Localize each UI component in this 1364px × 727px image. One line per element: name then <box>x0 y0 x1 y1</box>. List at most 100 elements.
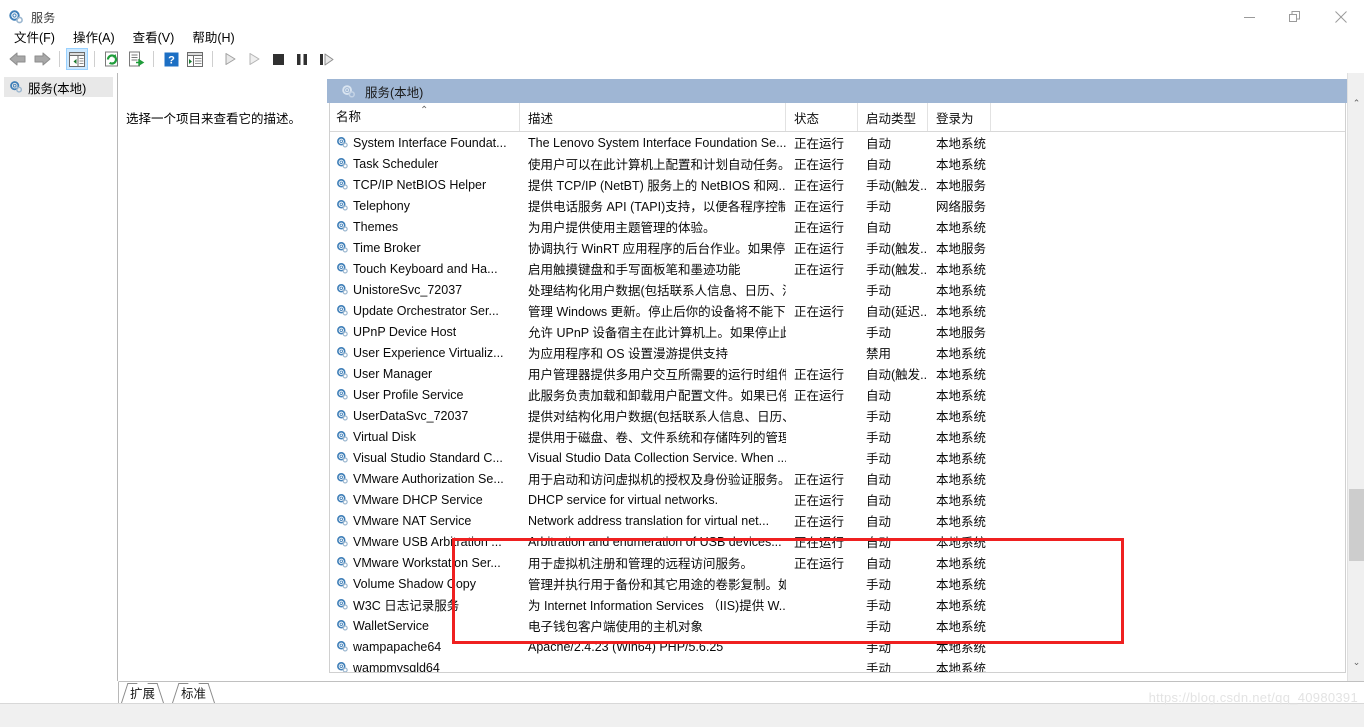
service-name-label: Telephony <box>353 198 410 213</box>
cell-description: Network address translation for virtual … <box>528 513 770 528</box>
cell-log-on-as: 本地系统 <box>936 494 987 508</box>
column-header-startup-type[interactable]: 启动类型 <box>858 103 928 131</box>
service-name-label: UserDataSvc_72037 <box>353 408 469 423</box>
stop-service-icon[interactable] <box>267 48 289 70</box>
list-header-row: 名称 ⌃ 描述 状态 启动类型 登录为 <box>330 103 1345 132</box>
service-name-label: Visual Studio Standard C... <box>353 450 503 465</box>
forward-icon[interactable] <box>31 48 53 70</box>
table-row[interactable]: System Interface Foundat... The Lenovo Sy… <box>330 132 1345 153</box>
table-row[interactable]: Virtual Disk 提供用于磁盘、卷、文件系统和存储阵列的管理... 手动 本地… <box>330 426 1345 447</box>
cell-startup-type: 手动 <box>866 641 892 655</box>
show-tree-icon[interactable] <box>66 48 88 70</box>
cell-log-on-as: 本地服务 <box>936 242 987 256</box>
service-gear-icon <box>336 199 349 212</box>
menu-file[interactable]: 文件(F) <box>6 25 63 48</box>
back-icon[interactable] <box>7 48 29 70</box>
resume-service-icon[interactable] <box>315 48 337 70</box>
service-description-panel: 选择一个项目来查看它的描述。 <box>119 73 327 681</box>
service-gear-icon <box>336 388 349 401</box>
column-header-status[interactable]: 状态 <box>786 103 858 131</box>
services-list[interactable]: 名称 ⌃ 描述 状态 启动类型 登录为 System Interface Fou… <box>329 103 1346 673</box>
export-list-icon[interactable] <box>125 48 147 70</box>
cell-description: Apache/2.4.23 (Win64) PHP/5.6.25 <box>528 639 724 654</box>
column-header-name[interactable]: 名称 ⌃ <box>330 103 520 131</box>
pause-service-icon[interactable] <box>291 48 313 70</box>
table-row[interactable]: TCP/IP NetBIOS Helper 提供 TCP/IP (NetBT) 服… <box>330 174 1345 195</box>
table-row[interactable]: VMware NAT Service Network address transl… <box>330 510 1345 531</box>
scrollbar-thumb[interactable] <box>1349 489 1364 561</box>
list-body: System Interface Foundat... The Lenovo Sy… <box>330 132 1345 673</box>
service-gear-icon <box>336 346 349 359</box>
column-header-log-on-as[interactable]: 登录为 <box>928 103 991 131</box>
cell-log-on-as: 本地系统 <box>936 410 987 424</box>
cell-log-on-as: 本地系统 <box>936 662 987 673</box>
cell-description: 提供对结构化用户数据(包括联系人信息、日历、... <box>528 410 786 424</box>
cell-log-on-as: 本地系统 <box>936 263 987 277</box>
scroll-up-icon[interactable]: ⌃ <box>1348 95 1364 112</box>
sort-ascending-icon: ⌃ <box>420 105 429 116</box>
table-row[interactable]: User Manager 用户管理器提供多用户交互所需要的运行时组件... 正在运行… <box>330 363 1345 384</box>
cell-startup-type: 手动(触发... <box>866 263 928 277</box>
cell-service-name: WalletService <box>330 619 520 633</box>
table-row[interactable]: wampmysqld64 手动 本地系统 <box>330 657 1345 673</box>
table-row[interactable]: W3C 日志记录服务 为 Internet Information Service… <box>330 594 1345 615</box>
cell-startup-type: 自动 <box>866 494 892 508</box>
help-icon[interactable]: ? <box>160 48 182 70</box>
properties-icon[interactable] <box>184 48 206 70</box>
cell-log-on-as: 本地系统 <box>936 368 987 382</box>
table-row[interactable]: Touch Keyboard and Ha... 启用触摸键盘和手写面板笔和墨迹功… <box>330 258 1345 279</box>
service-gear-icon <box>336 514 349 527</box>
cell-log-on-as: 本地系统 <box>936 158 987 172</box>
table-row[interactable]: VMware Authorization Se... 用于启动和访问虚拟机的授权及… <box>330 468 1345 489</box>
tab-standard[interactable]: 标准 <box>172 683 216 703</box>
cell-status: 正在运行 <box>794 368 845 382</box>
service-name-label: wampapache64 <box>353 639 442 654</box>
start-service-icon[interactable] <box>219 48 241 70</box>
menu-help[interactable]: 帮助(H) <box>184 25 242 48</box>
table-row[interactable]: Visual Studio Standard C... Visual Studio… <box>330 447 1345 468</box>
table-row[interactable]: VMware DHCP Service DHCP service for virt… <box>330 489 1345 510</box>
cell-service-name: Time Broker <box>330 241 520 255</box>
cell-log-on-as: 本地系统 <box>936 473 987 487</box>
service-name-label: User Experience Virtualiz... <box>353 345 504 360</box>
cell-description: 用于启动和访问虚拟机的授权及身份验证服务。 <box>528 473 786 487</box>
refresh-icon[interactable] <box>101 48 123 70</box>
service-gear-icon <box>336 451 349 464</box>
cell-service-name: System Interface Foundat... <box>330 136 520 150</box>
table-row[interactable]: Themes 为用户提供使用主题管理的体验。 正在运行 自动 本地系统 <box>330 216 1345 237</box>
service-gear-icon <box>336 241 349 254</box>
cell-log-on-as: 本地系统 <box>936 599 987 613</box>
tab-extended[interactable]: 扩展 <box>121 683 165 703</box>
menu-view[interactable]: 查看(V) <box>125 25 183 48</box>
table-row[interactable]: UPnP Device Host 允许 UPnP 设备宿主在此计算机上。如果停止此… <box>330 321 1345 342</box>
column-header-description[interactable]: 描述 <box>520 103 786 131</box>
window-title: 服务 <box>31 10 56 25</box>
table-row[interactable]: User Profile Service 此服务负责加载和卸载用户配置文件。如果已… <box>330 384 1345 405</box>
cell-service-name: TCP/IP NetBIOS Helper <box>330 178 520 192</box>
cell-service-name: Telephony <box>330 199 520 213</box>
table-row[interactable]: UserDataSvc_72037 提供对结构化用户数据(包括联系人信息、日历、.… <box>330 405 1345 426</box>
toolbar: ? <box>0 47 1364 71</box>
cell-service-name: W3C 日志记录服务 <box>330 595 520 614</box>
table-row[interactable]: Volume Shadow Copy 管理并执行用于备份和其它用途的卷影复制。如.… <box>330 573 1345 594</box>
table-row[interactable]: WalletService 电子钱包客户端使用的主机对象 手动 本地系统 <box>330 615 1345 636</box>
restart-service-icon[interactable] <box>243 48 265 70</box>
table-row[interactable]: VMware USB Arbitration ... Arbitration an… <box>330 531 1345 552</box>
menu-action[interactable]: 操作(A) <box>65 25 123 48</box>
vertical-scrollbar[interactable]: ⌃ ⌄ <box>1347 73 1364 681</box>
column-header-name-label: 名称 <box>336 109 362 124</box>
cell-log-on-as: 本地系统 <box>936 137 987 151</box>
table-row[interactable]: UnistoreSvc_72037 处理结构化用户数据(包括联系人信息、日历、消.… <box>330 279 1345 300</box>
services-gear-icon <box>8 9 24 25</box>
cell-description: 电子钱包客户端使用的主机对象 <box>528 620 704 634</box>
tree-node-services-local[interactable]: 服务(本地) <box>4 77 113 97</box>
table-row[interactable]: wampapache64 Apache/2.4.23 (Win64) PHP/5.… <box>330 636 1345 657</box>
table-row[interactable]: Update Orchestrator Ser... 管理 Windows 更新。… <box>330 300 1345 321</box>
table-row[interactable]: Time Broker 协调执行 WinRT 应用程序的后台作业。如果停... 正在… <box>330 237 1345 258</box>
table-row[interactable]: Task Scheduler 使用户可以在此计算机上配置和计划自动任务。... 正在… <box>330 153 1345 174</box>
cell-log-on-as: 网络服务 <box>936 200 987 214</box>
table-row[interactable]: Telephony 提供电话服务 API (TAPI)支持，以便各程序控制... 正… <box>330 195 1345 216</box>
table-row[interactable]: User Experience Virtualiz... 为应用程序和 OS 设置… <box>330 342 1345 363</box>
table-row[interactable]: VMware Workstation Ser... 用于虚拟机注册和管理的远程访问… <box>330 552 1345 573</box>
scroll-down-icon[interactable]: ⌄ <box>1348 654 1364 671</box>
